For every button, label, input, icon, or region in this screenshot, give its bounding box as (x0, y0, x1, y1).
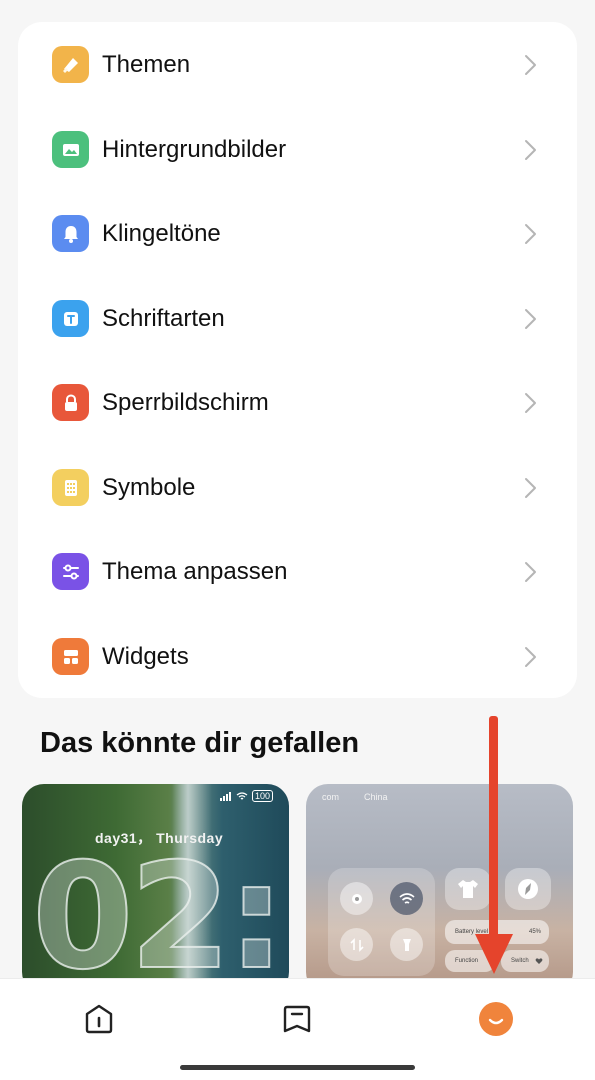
theme-shirt-icon (445, 868, 491, 910)
annotation-arrow-head (475, 934, 513, 974)
annotation-arrow-shaft (489, 716, 498, 938)
battery-badge: 100 (251, 790, 273, 802)
chevron-right-icon (525, 647, 536, 667)
menu-item-hintergrundbilder[interactable]: Hintergrundbilder (18, 107, 577, 191)
menu-item-schriftarten[interactable]: Schriftarten (18, 276, 577, 360)
menu-item-klingeltoene[interactable]: Klingeltöne (18, 191, 577, 275)
section-title: Das könnte dir gefallen (40, 727, 360, 759)
chevron-right-icon (525, 55, 536, 75)
grid-icon (52, 469, 89, 506)
menu-item-widgets[interactable]: Widgets (18, 614, 577, 698)
chevron-right-icon (525, 309, 536, 329)
menu-card: Themen Hintergrundbilder Klingeltöne Sch… (18, 22, 577, 698)
menu-item-label: Hintergrundbilder (102, 136, 287, 163)
thumbnail-status-text: com (322, 792, 340, 802)
signal-icon (219, 791, 231, 801)
heart-icon (535, 958, 543, 964)
menu-item-label: Widgets (102, 643, 189, 670)
menu-item-label: Thema anpassen (102, 558, 288, 585)
thumbnail-clock: 02:36 (31, 832, 289, 994)
menu-item-label: Schriftarten (102, 305, 225, 332)
flashlight-icon (390, 928, 423, 961)
lock-icon (52, 384, 89, 421)
switch-label: Switch (511, 958, 529, 964)
chevron-right-icon (525, 140, 536, 160)
menu-item-thema-anpassen[interactable]: Thema anpassen (18, 529, 577, 613)
bell-icon (52, 215, 89, 252)
control-center-panel (328, 868, 435, 976)
nav-profile-button[interactable] (476, 999, 516, 1039)
info-icon (85, 1004, 113, 1034)
wifi-icon (236, 791, 248, 799)
widgets-icon (52, 638, 89, 675)
chevron-right-icon (525, 562, 536, 582)
picture-icon (52, 131, 89, 168)
page: Themen Hintergrundbilder Klingeltöne Sch… (0, 0, 595, 1080)
chevron-right-icon (525, 393, 536, 413)
compass-icon (505, 868, 551, 910)
profile-icon (479, 1002, 513, 1036)
brush-icon (52, 46, 89, 83)
theme-thumbnail-right[interactable]: com China Battery level 45% Function Swi… (306, 784, 573, 994)
menu-item-symbole[interactable]: Symbole (18, 445, 577, 529)
menu-item-label: Themen (102, 51, 191, 78)
menu-item-label: Sperrbildschirm (102, 389, 269, 416)
data-toggle-icon (340, 928, 373, 961)
settings-icon (340, 882, 373, 915)
menu-item-themen[interactable]: Themen (18, 22, 577, 106)
chevron-right-icon (525, 224, 536, 244)
chevron-right-icon (525, 478, 536, 498)
menu-item-label: Symbole (102, 474, 196, 501)
menu-item-label: Klingeltöne (102, 220, 221, 247)
bottom-nav (0, 978, 595, 1080)
battery-level-value: 45% (528, 929, 541, 935)
thumbnail-status-bar: 100 (219, 790, 273, 802)
home-indicator[interactable] (180, 1065, 415, 1070)
thumbnail-carrier-text: China (364, 792, 388, 802)
bookmark-icon (283, 1005, 311, 1033)
font-icon (52, 300, 89, 337)
menu-item-sperrbildschirm[interactable]: Sperrbildschirm (18, 360, 577, 444)
nav-collection-button[interactable] (277, 999, 317, 1039)
sliders-icon (52, 553, 89, 590)
nav-home-button[interactable] (79, 999, 119, 1039)
wifi-toggle-icon (390, 882, 423, 915)
theme-thumbnail-left[interactable]: 100 day31， Thursday 02:36 (22, 784, 289, 994)
